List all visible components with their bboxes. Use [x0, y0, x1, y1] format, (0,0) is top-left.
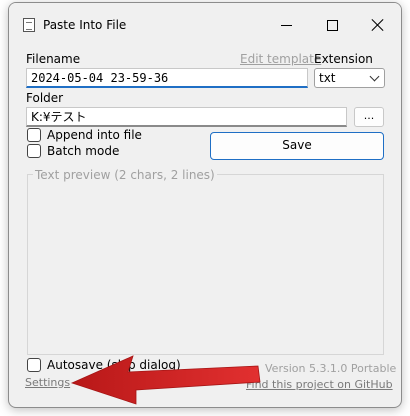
append-checkbox[interactable] — [27, 128, 41, 142]
maximize-button[interactable] — [309, 3, 355, 47]
close-icon — [372, 19, 384, 31]
extension-select[interactable]: txt — [314, 68, 385, 88]
append-into-file-option[interactable]: Append into file — [27, 128, 142, 142]
version-text: Version 5.3.1.0 Portable — [265, 362, 397, 375]
browse-folder-button[interactable]: ... — [354, 107, 384, 127]
autosave-option[interactable]: Autosave (skip dialog) — [27, 358, 181, 372]
window-title: Paste Into File — [43, 18, 127, 32]
settings-link[interactable]: Settings — [25, 376, 70, 389]
extension-value: txt — [319, 71, 336, 85]
github-link[interactable]: Find this project on GitHub — [246, 378, 393, 391]
autosave-label: Autosave (skip dialog) — [47, 358, 181, 372]
minimize-icon — [280, 24, 292, 26]
extension-label: Extension — [314, 52, 373, 66]
folder-label: Folder — [26, 91, 64, 105]
title-bar[interactable]: Paste Into File — [9, 3, 401, 47]
save-button[interactable]: Save — [210, 132, 384, 160]
batch-mode-option[interactable]: Batch mode — [27, 144, 119, 158]
minimize-button[interactable] — [263, 3, 309, 47]
maximize-icon — [326, 19, 338, 31]
document-icon — [23, 18, 35, 32]
chevron-down-icon — [369, 71, 380, 82]
text-preview-label: Text preview (2 chars, 2 lines) — [33, 168, 217, 182]
autosave-checkbox[interactable] — [27, 358, 41, 372]
edit-template-link[interactable]: Edit template — [240, 52, 321, 66]
append-label: Append into file — [47, 128, 142, 142]
text-preview-box — [27, 174, 384, 355]
batch-label: Batch mode — [47, 144, 120, 158]
paste-into-file-window: Paste Into File Filename Edit template E… — [8, 2, 402, 408]
filename-input[interactable]: 2024-05-04 23-59-36 — [26, 68, 308, 88]
filename-label: Filename — [26, 52, 81, 66]
close-button[interactable] — [355, 3, 401, 47]
folder-input[interactable]: K:¥テスト — [26, 107, 347, 127]
batch-checkbox[interactable] — [27, 144, 41, 158]
